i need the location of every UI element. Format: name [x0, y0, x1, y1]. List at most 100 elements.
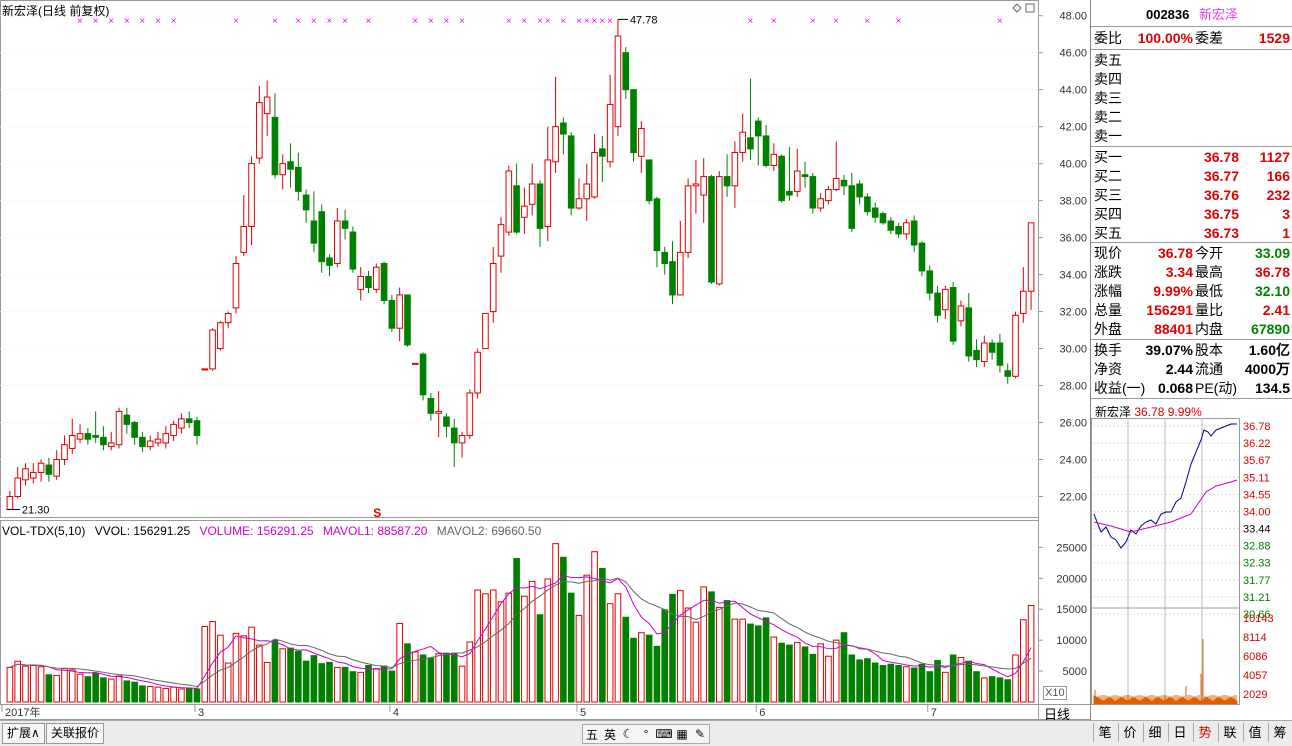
volume-bar [715, 606, 723, 703]
candle-body [599, 148, 606, 157]
candle-body [887, 220, 895, 231]
fund-value2: 134.5 [1254, 380, 1290, 396]
expand-tab[interactable]: 扩展∧ [2, 723, 45, 744]
kline-chart-area[interactable]: 48.00 46.00 44.00 42.00 40.00 38.00 36.00 34.00… [0, 0, 1090, 720]
right-tab-4[interactable]: 势 [1193, 723, 1216, 742]
stat-value: 36.78 [1157, 245, 1193, 261]
right-tab-2[interactable]: 细 [1143, 723, 1166, 742]
volume-bar [115, 675, 123, 703]
ime-tool-icon[interactable]: ✎ [691, 727, 709, 741]
event-marker: × [295, 16, 301, 27]
candle-body [560, 122, 567, 135]
ask-label: 卖二 [1094, 109, 1122, 125]
stat-label: 现价 [1094, 245, 1122, 261]
event-marker: × [342, 16, 348, 27]
candle-body [731, 152, 739, 187]
mini-price-label: 31.21 [1243, 592, 1271, 604]
volume-bar [497, 601, 505, 703]
diamond-icon [1012, 3, 1022, 13]
volume-bar [505, 592, 513, 703]
ime-keyboard-icon[interactable]: ⌨ [655, 727, 673, 741]
volume-bar [341, 666, 349, 703]
right-tab-0[interactable]: 笔 [1093, 723, 1116, 742]
candle-body [123, 414, 131, 425]
stock-name: 新宏泽 [1199, 7, 1239, 22]
volume-bar [435, 653, 442, 703]
candle-body [404, 294, 411, 346]
bid-price: 36.78 [1203, 149, 1239, 165]
period-label[interactable]: 日线 [1044, 704, 1070, 723]
volume-bar [521, 595, 528, 703]
volume-bar [700, 586, 707, 703]
volume-bar [185, 687, 193, 703]
candle-body [341, 220, 349, 229]
candle-body [224, 312, 232, 324]
volume-bar [583, 574, 591, 703]
volume-bar [201, 626, 209, 703]
candle-body [770, 153, 778, 166]
candle-body [552, 126, 559, 163]
candle-body [131, 422, 138, 438]
volume-bar [638, 632, 645, 703]
candle-body [6, 496, 14, 510]
event-marker: × [272, 16, 278, 27]
volume-bar [942, 671, 949, 703]
candle-body [217, 322, 224, 350]
ime-english-icon[interactable]: 英 [601, 726, 619, 743]
price-axis-label: 30.00 [1059, 344, 1087, 356]
volume-bar [1027, 605, 1035, 703]
volume-bar [139, 685, 146, 703]
vol-indicator-name[interactable]: VOL-TDX(5,10) [2, 524, 85, 538]
candle-body [37, 462, 45, 473]
right-tab-5[interactable]: 联 [1218, 723, 1241, 742]
volume-bar [879, 665, 887, 703]
right-tab-6[interactable]: 值 [1243, 723, 1266, 742]
related-quotes-tab[interactable]: 关联报价 [46, 723, 105, 744]
stock-code: 002836 [1145, 7, 1190, 22]
candle-body [61, 444, 68, 461]
right-tab-7[interactable]: 筹 [1268, 723, 1291, 742]
candle-body [193, 420, 201, 436]
candle-body [521, 205, 528, 218]
candle-body [482, 312, 489, 350]
price-axis-label: 28.00 [1059, 381, 1087, 393]
ask-row: 卖五 [1091, 51, 1292, 70]
candle-body [879, 213, 887, 224]
volume-bar [552, 543, 559, 703]
price-axis-label: 34.00 [1059, 270, 1087, 282]
fund-value: 2.44 [1165, 361, 1193, 377]
event-marker: × [833, 16, 839, 27]
candle-body [747, 137, 754, 150]
candle-body [832, 177, 840, 191]
ime-wubi-icon[interactable]: 五 [583, 726, 601, 743]
stat-label2: 量比 [1195, 302, 1223, 318]
candle-body [185, 418, 193, 424]
stat-row: 涨跌 3.34 最高 36.78 [1091, 263, 1292, 282]
bid-row: 买五 36.73 1 [1091, 224, 1292, 243]
ime-toolbar[interactable]: 五 英 ☾ ° ⌨ ▦ ✎ [582, 724, 710, 744]
candle-body [817, 198, 824, 209]
volume-bar [973, 671, 980, 703]
mini-vol-label: 10143 [1243, 613, 1274, 625]
right-tab-1[interactable]: 价 [1118, 723, 1141, 742]
ime-grid-icon[interactable]: ▦ [673, 727, 691, 741]
box-icon [1025, 3, 1035, 13]
candle-body [154, 438, 162, 444]
candle-body [708, 176, 715, 283]
volume-bar [388, 670, 396, 703]
fund-row: 净资 2.44 流通 4000万 [1091, 360, 1292, 379]
intraday-mini-chart[interactable]: 36.78 36.22 35.67 35.11 34.55 34.00 33.44 32.88… [1091, 418, 1292, 720]
event-marker: × [412, 16, 418, 27]
candle-body [201, 368, 209, 371]
candle-body [793, 170, 801, 192]
vvol-value: VVOL: 156291.25 [94, 524, 191, 538]
right-tab-3[interactable]: 日 [1168, 723, 1191, 742]
volume-bar [482, 593, 489, 703]
mini-price-label: 35.67 [1243, 455, 1271, 467]
stat-label: 总量 [1094, 302, 1122, 318]
volume-bar [536, 614, 544, 703]
chart-title: 新宏泽(日线 前复权) [2, 4, 110, 18]
bid-volume: 232 [1266, 187, 1290, 203]
ime-punct-icon[interactable]: ° [637, 727, 655, 741]
ime-moon-icon[interactable]: ☾ [619, 727, 637, 741]
